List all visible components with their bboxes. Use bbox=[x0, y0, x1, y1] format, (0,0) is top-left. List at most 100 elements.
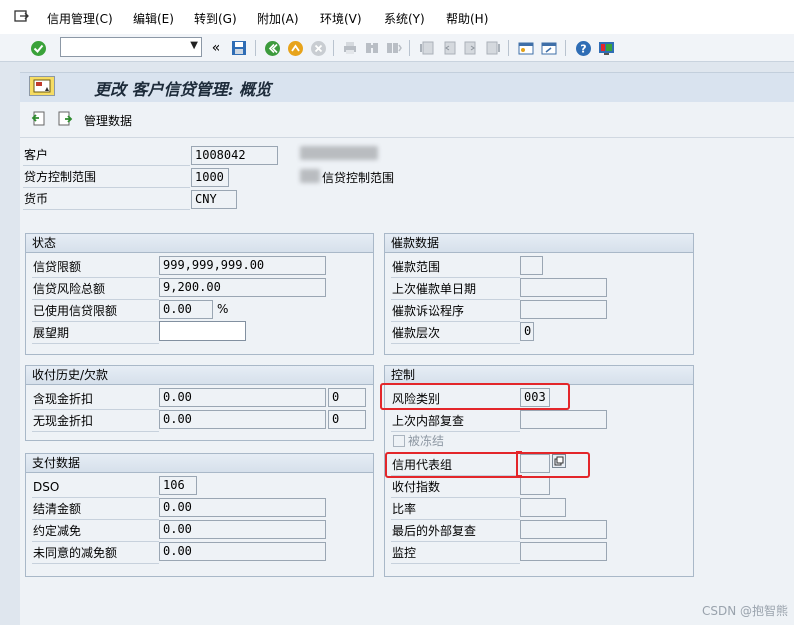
payment-history-group: 收付历史/欠款 含现金折扣 0.00 0 无现金折扣 0.00 0 bbox=[25, 365, 374, 441]
currency-field[interactable]: CNY bbox=[191, 190, 237, 209]
first-page-icon[interactable] bbox=[418, 39, 436, 57]
dunning-level-label: 催款层次 bbox=[391, 323, 520, 344]
dso-label: DSO bbox=[32, 477, 159, 498]
find-icon[interactable] bbox=[363, 39, 381, 57]
cancel-icon[interactable] bbox=[309, 39, 327, 57]
standard-toolbar: ▼ « ? bbox=[0, 34, 794, 62]
last-internal-review-field[interactable] bbox=[520, 410, 607, 429]
agreed-deductions-field[interactable]: 0.00 bbox=[159, 520, 326, 539]
last-external-review-field[interactable] bbox=[520, 520, 607, 539]
horizon-label: 展望期 bbox=[32, 323, 159, 344]
exit-icon[interactable] bbox=[286, 39, 304, 57]
menu-help[interactable]: 帮助(H) bbox=[446, 10, 488, 27]
cleared-amount-label: 结清金额 bbox=[32, 499, 159, 520]
payment-index-field[interactable] bbox=[520, 476, 550, 495]
dunning-level-field[interactable]: 0 bbox=[520, 322, 534, 341]
credit-control-area-field[interactable]: 1000 bbox=[191, 168, 229, 187]
overview-icon[interactable] bbox=[29, 76, 55, 96]
next-screen-icon[interactable] bbox=[57, 111, 73, 127]
without-cash-discount-field[interactable]: 0.00 bbox=[159, 410, 326, 429]
rating-label: 比率 bbox=[391, 499, 520, 520]
svg-text:?: ? bbox=[580, 42, 586, 55]
menu-edit[interactable]: 编辑(E) bbox=[133, 10, 174, 27]
manage-data-button[interactable]: 管理数据 bbox=[84, 112, 132, 129]
watermark: CSDN @抱智熊 bbox=[701, 604, 788, 618]
last-external-review-label: 最后的外部复查 bbox=[391, 521, 520, 542]
dunning-group-title: 催款数据 bbox=[385, 234, 693, 253]
with-cash-discount-count[interactable]: 0 bbox=[328, 388, 366, 407]
create-session-icon[interactable] bbox=[517, 39, 535, 57]
monitoring-field[interactable] bbox=[520, 542, 607, 561]
application-toolbar: 管理数据 bbox=[20, 102, 794, 138]
dunning-group: 催款数据 催款范围 上次催款单日期 催款诉讼程序 催款层次 0 bbox=[384, 233, 694, 355]
risk-category-highlight bbox=[380, 383, 570, 410]
last-dunning-notice-label: 上次催款单日期 bbox=[391, 279, 520, 300]
with-cash-discount-label: 含现金折扣 bbox=[32, 389, 159, 410]
cleared-amount-field[interactable]: 0.00 bbox=[159, 498, 326, 517]
dropdown-arrow-icon[interactable]: ▼ bbox=[190, 40, 198, 51]
monitoring-label: 监控 bbox=[391, 543, 520, 564]
status-group: 状态 信贷限额 999,999,999.00 信贷风险总额 9,200.00 已… bbox=[25, 233, 374, 355]
credit-control-area-label: 贷方控制范围 bbox=[23, 167, 190, 188]
menu-environment[interactable]: 环境(V) bbox=[320, 10, 362, 27]
enter-icon[interactable] bbox=[29, 39, 47, 57]
customize-layout-icon[interactable] bbox=[597, 39, 615, 57]
menu-system[interactable]: 系统(Y) bbox=[384, 10, 425, 27]
shortcut-icon[interactable] bbox=[540, 39, 558, 57]
find-next-icon[interactable] bbox=[385, 39, 403, 57]
dunning-area-label: 催款范围 bbox=[391, 257, 520, 278]
last-dunning-notice-field[interactable] bbox=[520, 278, 607, 297]
blocked-label: 被冻结 bbox=[408, 434, 445, 448]
previous-page-icon[interactable] bbox=[440, 39, 458, 57]
blocked-checkbox[interactable] bbox=[393, 435, 405, 447]
currency-label: 货币 bbox=[23, 189, 190, 210]
disputed-deductions-field[interactable]: 0.00 bbox=[159, 542, 326, 561]
dunning-area-field[interactable] bbox=[520, 256, 543, 275]
disputed-deductions-label: 未同意的减免额 bbox=[32, 543, 159, 564]
credit-exposure-label: 信贷风险总额 bbox=[32, 279, 159, 300]
collapse-icon[interactable]: « bbox=[207, 39, 225, 57]
credit-used-label: 已使用信贷限额 bbox=[32, 301, 159, 322]
menu-goto[interactable]: 转到(G) bbox=[194, 10, 237, 27]
payment-index-label: 收付指数 bbox=[391, 477, 520, 498]
payment-history-title: 收付历史/欠款 bbox=[26, 366, 373, 385]
customer-label: 客户 bbox=[23, 145, 190, 166]
horizon-input[interactable] bbox=[159, 321, 246, 341]
customer-name-redacted bbox=[300, 146, 378, 160]
help-icon[interactable]: ? bbox=[574, 39, 592, 57]
credit-limit-label: 信贷限额 bbox=[32, 257, 159, 278]
rating-field[interactable] bbox=[520, 498, 566, 517]
menu-extras[interactable]: 附加(A) bbox=[257, 10, 299, 27]
page-title: 更改 客户信贷管理: 概览 bbox=[94, 80, 272, 99]
last-internal-review-label: 上次内部复查 bbox=[391, 411, 520, 432]
percent-unit: % bbox=[217, 302, 229, 316]
credit-used-field[interactable]: 0.00 bbox=[159, 300, 213, 319]
legal-dunning-field[interactable] bbox=[520, 300, 607, 319]
customer-field[interactable]: 1008042 bbox=[191, 146, 278, 165]
last-page-icon[interactable] bbox=[484, 39, 502, 57]
without-cash-discount-count[interactable]: 0 bbox=[328, 410, 366, 429]
status-group-title: 状态 bbox=[26, 234, 373, 253]
field-highlight-bracket bbox=[516, 451, 522, 477]
with-cash-discount-field[interactable]: 0.00 bbox=[159, 388, 326, 407]
agreed-deductions-label: 约定减免 bbox=[32, 521, 159, 542]
print-icon[interactable] bbox=[341, 39, 359, 57]
menu-bar: 信用管理(C) 编辑(E) 转到(G) 附加(A) 环境(V) 系统(Y) 帮助… bbox=[0, 0, 794, 34]
credit-control-area-desc: 信贷控制范围 bbox=[322, 171, 395, 185]
dso-field[interactable]: 106 bbox=[159, 476, 197, 495]
command-field[interactable]: ▼ bbox=[60, 37, 202, 57]
legal-dunning-label: 催款诉讼程序 bbox=[391, 301, 520, 322]
credit-rep-group-highlight bbox=[385, 452, 590, 478]
sap-menu-icon[interactable] bbox=[14, 9, 30, 23]
credit-exposure-field[interactable]: 9,200.00 bbox=[159, 278, 326, 297]
menu-credit-management[interactable]: 信用管理(C) bbox=[47, 10, 113, 27]
next-page-icon[interactable] bbox=[462, 39, 480, 57]
payment-data-title: 支付数据 bbox=[26, 454, 373, 473]
payment-data-group: 支付数据 DSO 106 结清金额 0.00 约定减免 0.00 未同意的减免额… bbox=[25, 453, 374, 577]
previous-screen-icon[interactable] bbox=[31, 111, 47, 127]
back-icon[interactable] bbox=[263, 39, 281, 57]
credit-limit-field[interactable]: 999,999,999.00 bbox=[159, 256, 326, 275]
save-icon[interactable] bbox=[230, 39, 248, 57]
redaction-mark bbox=[300, 169, 320, 183]
without-cash-discount-label: 无现金折扣 bbox=[32, 411, 159, 432]
